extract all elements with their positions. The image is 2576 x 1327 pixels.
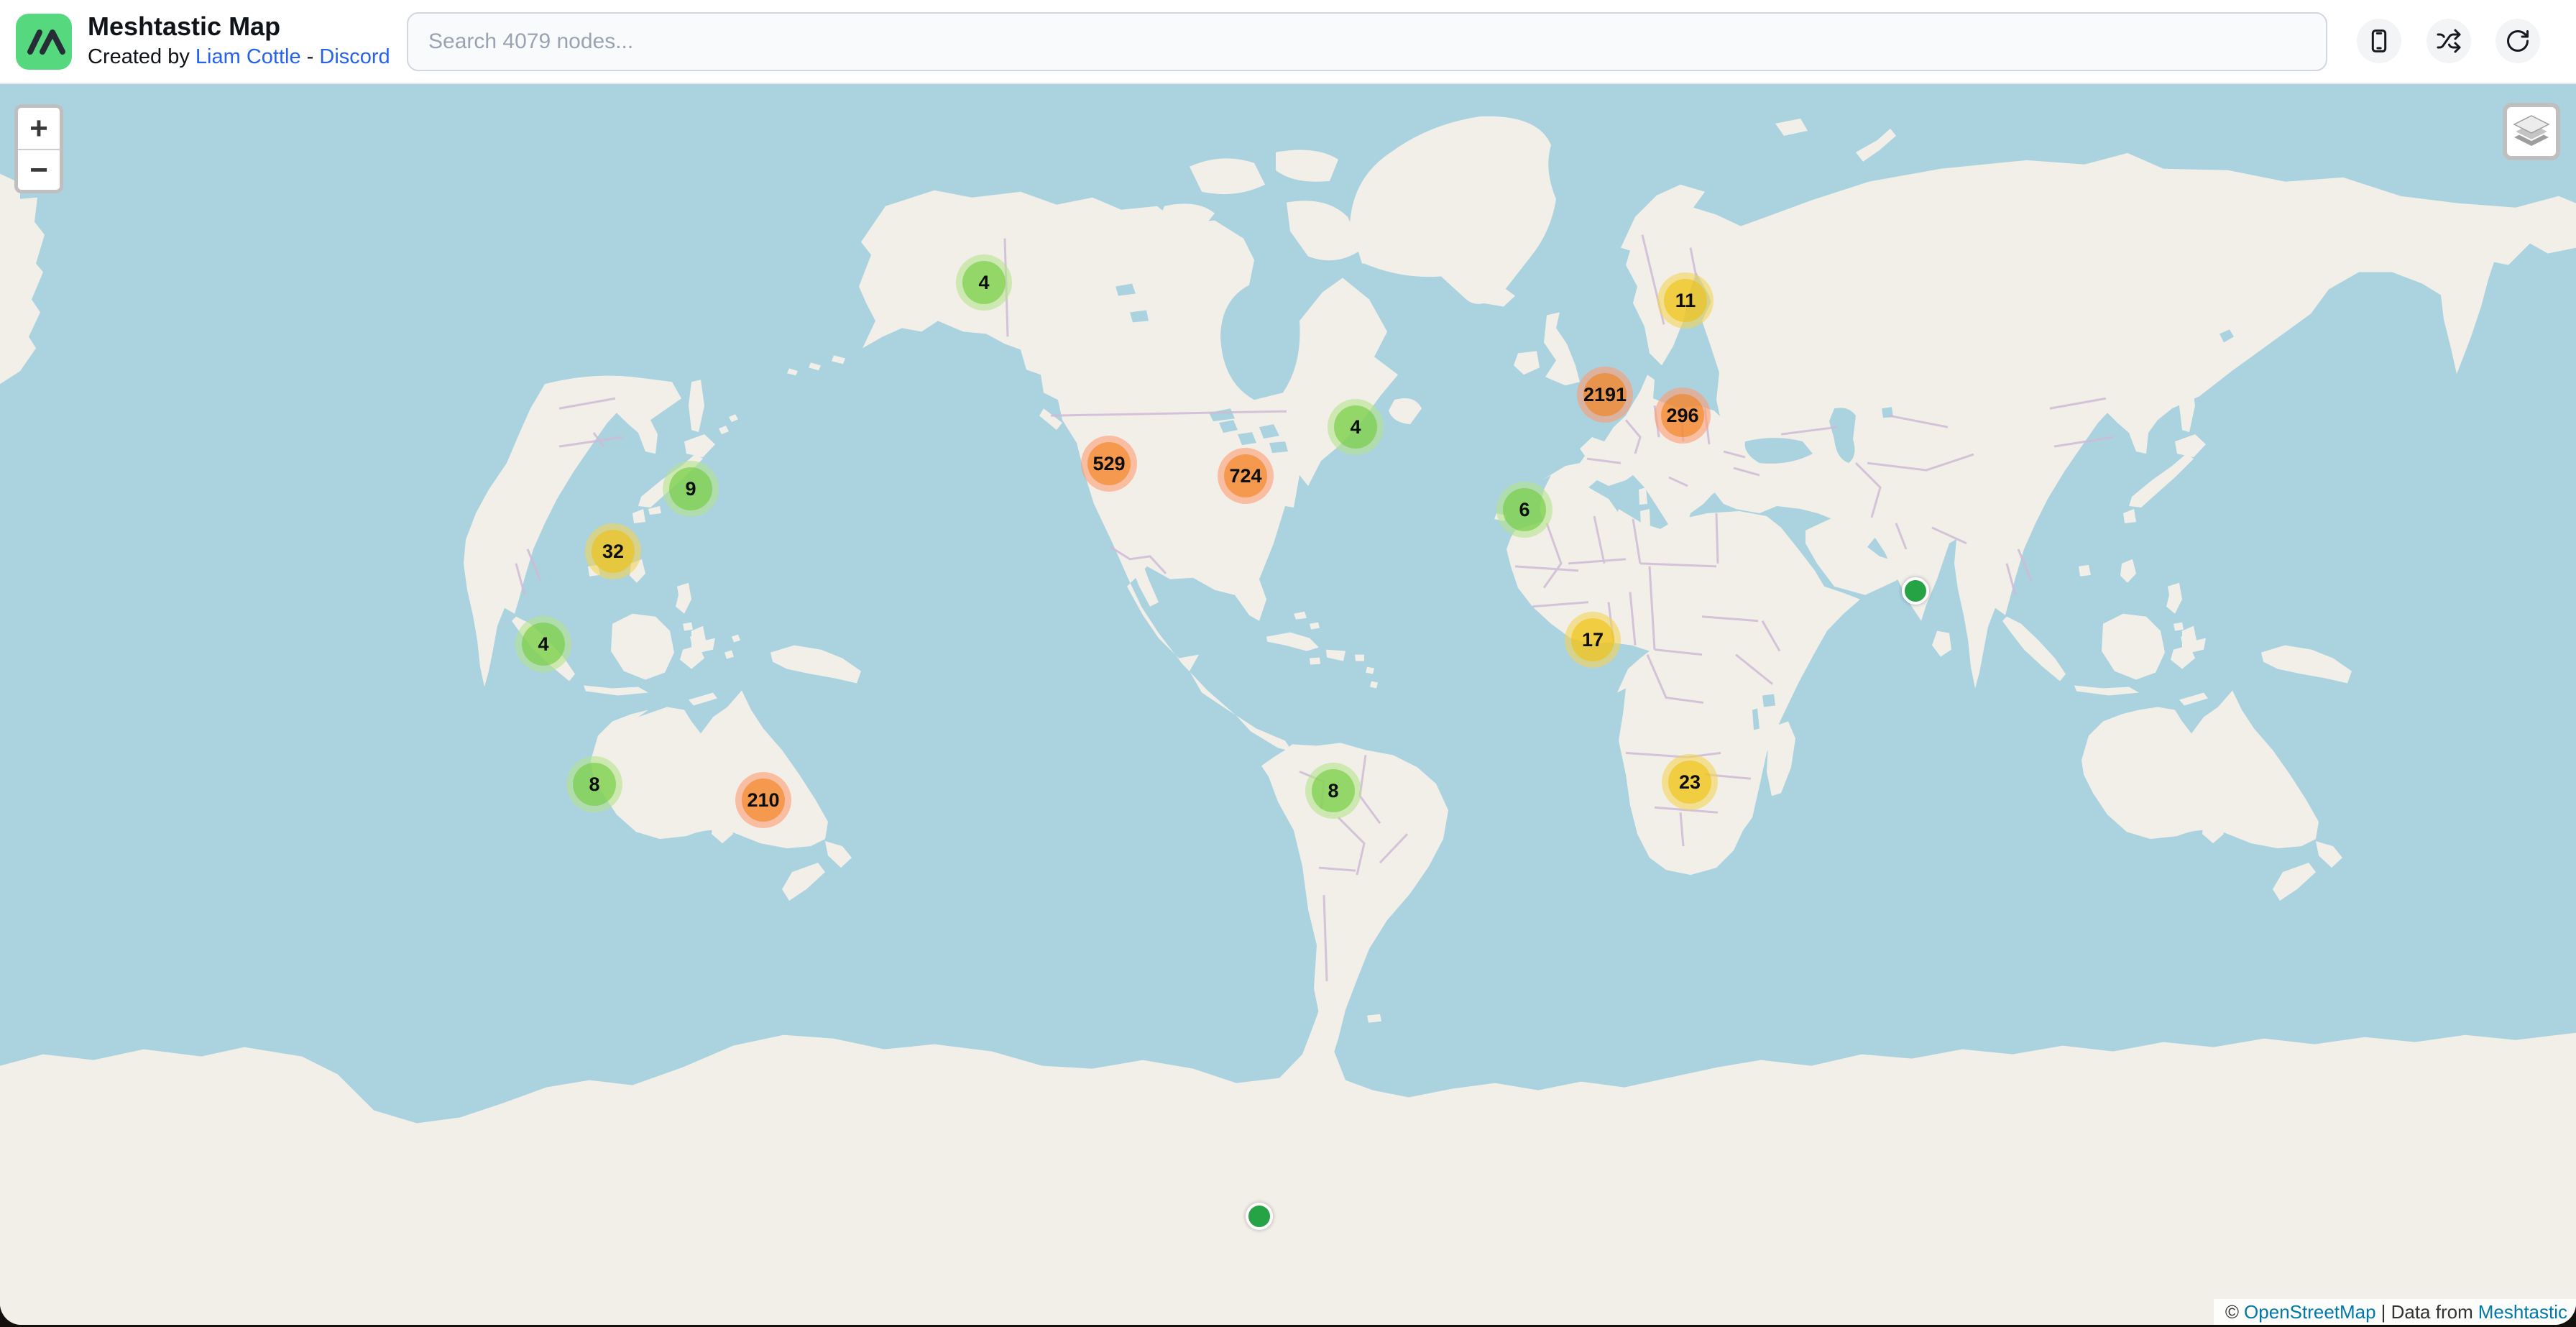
byline-separator: - — [307, 45, 314, 68]
cluster-count-bubble: 23 — [1668, 761, 1711, 804]
cluster-count: 6 — [1519, 499, 1530, 521]
cluster-marker[interactable]: 8 — [1305, 763, 1361, 819]
cluster-marker[interactable]: 529 — [1081, 436, 1137, 492]
refresh-icon — [2505, 28, 2531, 54]
cluster-count: 529 — [1092, 453, 1125, 475]
cluster-count: 296 — [1666, 405, 1698, 427]
shuffle-node-button[interactable] — [2426, 19, 2471, 63]
cluster-count-bubble: 32 — [592, 530, 635, 573]
cluster-marker[interactable]: 23 — [1662, 754, 1718, 810]
cluster-count-bubble: 210 — [742, 779, 785, 822]
cluster-count-bubble: 2191 — [1583, 373, 1627, 416]
zoom-out-button[interactable]: − — [18, 149, 60, 190]
cluster-count-bubble: 529 — [1087, 442, 1131, 485]
cluster-marker[interactable]: 2191 — [1577, 367, 1633, 423]
cluster-count-bubble: 4 — [522, 623, 565, 666]
cluster-marker[interactable]: 32 — [585, 523, 641, 579]
search-input[interactable] — [407, 12, 2327, 71]
meshtastic-link[interactable]: Meshtastic — [2478, 1301, 2567, 1323]
shuffle-icon — [2436, 28, 2462, 54]
cluster-marker[interactable]: 296 — [1655, 387, 1711, 444]
cluster-count: 32 — [602, 541, 624, 563]
cluster-count: 8 — [1328, 780, 1338, 802]
byline-prefix: Created by — [88, 45, 190, 68]
cluster-marker[interactable]: 4 — [515, 616, 571, 672]
cluster-count-bubble: 4 — [1334, 405, 1377, 449]
cluster-count: 724 — [1229, 465, 1261, 487]
attribution-middle-text: | Data from — [2381, 1301, 2473, 1323]
cluster-count-bubble: 4 — [962, 261, 1006, 304]
map-attribution: © OpenStreetMap | Data from Meshtastic — [2214, 1299, 2576, 1325]
title-block: Meshtastic Map Created by Liam Cottle - … — [88, 10, 390, 71]
zoom-control: + − — [14, 104, 63, 193]
osm-link[interactable]: OpenStreetMap — [2244, 1301, 2376, 1323]
marker-layer: 4 11 2191 296 4 529 724 9 6 32 4 17 8 210 8 23 — [0, 84, 2576, 1325]
zoom-in-button[interactable]: + — [18, 108, 60, 149]
copyright-symbol: © — [2225, 1301, 2239, 1323]
mobile-app-button[interactable] — [2357, 19, 2401, 63]
node-marker[interactable] — [1246, 1203, 1273, 1230]
cluster-count: 4 — [1350, 416, 1361, 438]
cluster-count-bubble: 11 — [1664, 279, 1707, 322]
meshtastic-logo — [16, 14, 72, 70]
cluster-count: 4 — [538, 633, 548, 656]
cluster-count: 17 — [1582, 629, 1604, 651]
cluster-count-bubble: 17 — [1571, 618, 1614, 661]
cluster-count-bubble: 8 — [1312, 769, 1355, 812]
cluster-count-bubble: 724 — [1224, 454, 1267, 497]
layers-control-button[interactable] — [2503, 103, 2560, 160]
smartphone-icon — [2366, 28, 2392, 54]
cluster-count-bubble: 6 — [1503, 488, 1546, 531]
cluster-count: 23 — [1679, 771, 1701, 794]
page-title: Meshtastic Map — [88, 10, 390, 42]
cluster-marker[interactable]: 11 — [1657, 272, 1714, 329]
cluster-count: 2191 — [1583, 384, 1627, 406]
map-canvas[interactable]: 4 11 2191 296 4 529 724 9 6 32 4 17 8 210 8 23 + − © Op… — [0, 84, 2576, 1325]
cluster-count: 9 — [685, 478, 696, 500]
cluster-count: 4 — [978, 272, 989, 294]
cluster-count: 11 — [1675, 290, 1696, 312]
meshtastic-logo-icon — [16, 14, 72, 70]
cluster-count-bubble: 9 — [669, 467, 712, 510]
cluster-marker[interactable]: 210 — [735, 772, 791, 828]
cluster-marker[interactable]: 17 — [1565, 612, 1621, 668]
cluster-marker[interactable]: 8 — [566, 756, 622, 812]
app-window: Meshtastic Map Created by Liam Cottle - … — [0, 0, 2576, 1325]
cluster-count: 210 — [747, 789, 779, 812]
node-marker[interactable] — [1902, 577, 1929, 605]
author-link[interactable]: Liam Cottle — [196, 45, 301, 68]
byline: Created by Liam Cottle - Discord — [88, 44, 390, 71]
discord-link[interactable]: Discord — [319, 45, 390, 68]
cluster-count: 8 — [589, 773, 599, 796]
header: Meshtastic Map Created by Liam Cottle - … — [0, 0, 2576, 84]
cluster-marker[interactable]: 6 — [1496, 482, 1552, 538]
cluster-marker[interactable]: 4 — [956, 254, 1012, 311]
cluster-count-bubble: 8 — [573, 763, 616, 806]
cluster-marker[interactable]: 9 — [663, 461, 719, 517]
cluster-count-bubble: 296 — [1661, 394, 1704, 437]
refresh-button[interactable] — [2496, 19, 2540, 63]
layers-icon — [2511, 113, 2552, 150]
cluster-marker[interactable]: 724 — [1218, 448, 1274, 504]
cluster-marker[interactable]: 4 — [1328, 399, 1384, 455]
